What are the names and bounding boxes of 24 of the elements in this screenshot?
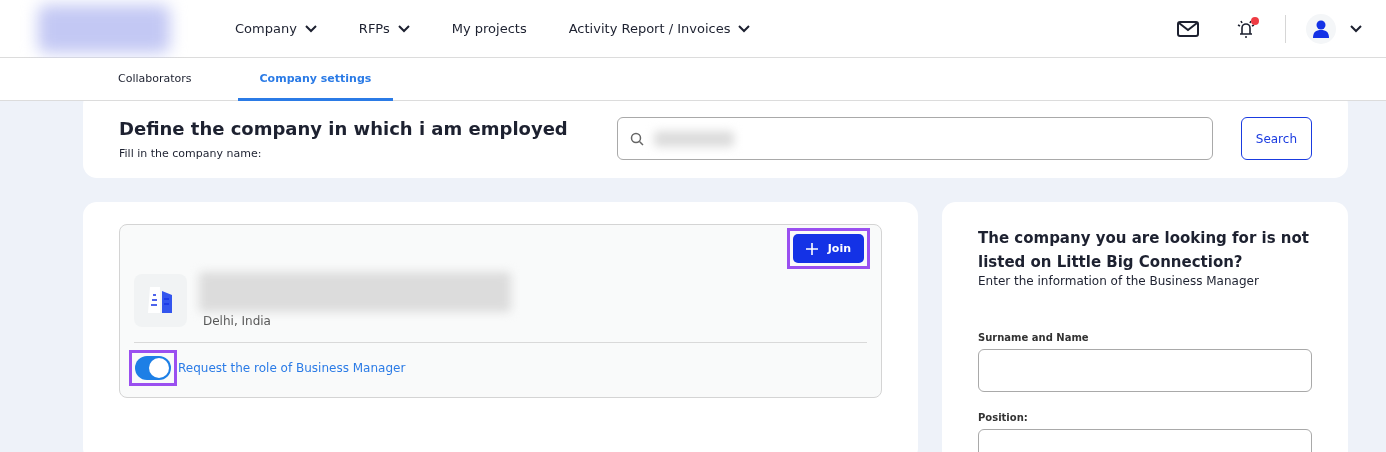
company-location: Delhi, India: [202, 314, 272, 328]
user-avatar[interactable]: [1306, 13, 1336, 44]
hint-text: Fill in the company name:: [119, 147, 263, 160]
input-field[interactable]: [978, 349, 1312, 392]
building-icon: [134, 273, 187, 327]
field-label: Position:: [978, 412, 1029, 423]
field-label: Surname and Name: [978, 332, 1090, 343]
section-title: Define the company in which i am employed: [119, 117, 568, 141]
tab[interactable]: Collaborators: [96, 58, 214, 101]
nav-link[interactable]: My projects: [430, 21, 548, 36]
form-subtitle: Enter the information of the Business Manager: [978, 274, 1260, 288]
form-title: The company you are looking for is not listed on Little Big Connection?: [978, 228, 1310, 273]
nav-link[interactable]: Activity Report / Invoices: [547, 21, 772, 36]
mail-icon[interactable]: [1177, 20, 1199, 37]
search-button[interactable]: Search: [1240, 117, 1312, 160]
nav-link[interactable]: Company: [214, 21, 338, 36]
toggle-label[interactable]: Request the role of Business Manager: [178, 361, 406, 375]
chevron-down-icon: [1350, 24, 1362, 33]
join-button[interactable]: Join: [792, 234, 864, 263]
search-icon: [630, 131, 644, 146]
nav-link[interactable]: RFPs: [337, 21, 431, 36]
bell-icon[interactable]: [1235, 18, 1257, 39]
search-field[interactable]: [617, 117, 1213, 160]
plus-icon: [805, 242, 818, 255]
